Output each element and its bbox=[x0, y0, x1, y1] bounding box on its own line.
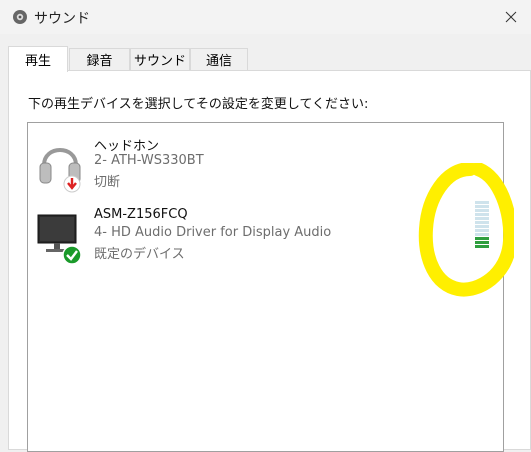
default-check-icon bbox=[62, 245, 82, 265]
tab-recording[interactable]: 録音 bbox=[69, 48, 130, 70]
monitor-icon bbox=[37, 214, 82, 265]
close-icon bbox=[505, 11, 517, 23]
instruction-text: 下の再生デバイスを選択してその設定を変更してください: bbox=[28, 97, 369, 112]
meter-segment bbox=[475, 213, 489, 216]
meter-segment bbox=[475, 229, 489, 232]
meter-segment bbox=[475, 237, 489, 240]
tab-playback[interactable]: 再生 bbox=[8, 46, 68, 72]
meter-segment bbox=[475, 217, 489, 220]
volume-level-meter bbox=[475, 201, 489, 249]
meter-segment bbox=[475, 209, 489, 212]
meter-segment bbox=[475, 221, 489, 224]
playback-device-list[interactable]: ヘッドホン 2- ATH-WS330BT 切断 ASM-Z156FCQ 4- H… bbox=[27, 122, 504, 452]
close-button[interactable] bbox=[491, 0, 531, 34]
meter-segment bbox=[475, 241, 489, 244]
meter-segment bbox=[475, 205, 489, 208]
device-name: ヘッドホン bbox=[94, 139, 160, 154]
device-description: 2- ATH-WS330BT bbox=[94, 153, 204, 168]
meter-segment bbox=[475, 245, 489, 248]
meter-segment bbox=[475, 201, 489, 204]
device-item-monitor[interactable]: ASM-Z156FCQ 4- HD Audio Driver for Displ… bbox=[28, 205, 498, 265]
device-status: 切断 bbox=[94, 175, 121, 190]
device-description: 4- HD Audio Driver for Display Audio bbox=[94, 225, 332, 240]
device-name: ASM-Z156FCQ bbox=[94, 207, 188, 222]
meter-segment bbox=[475, 233, 489, 236]
device-item-headphones[interactable]: ヘッドホン 2- ATH-WS330BT 切断 bbox=[28, 133, 498, 193]
speaker-icon bbox=[13, 10, 27, 24]
window-title: サウンド bbox=[34, 11, 90, 27]
meter-segment bbox=[475, 225, 489, 228]
tab-communications[interactable]: 通信 bbox=[190, 48, 248, 70]
title-bar: サウンド bbox=[0, 0, 531, 34]
tab-sounds[interactable]: サウンド bbox=[130, 48, 190, 70]
device-status: 既定のデバイス bbox=[94, 247, 185, 262]
headphones-icon bbox=[39, 148, 81, 193]
disconnected-arrow-icon bbox=[63, 175, 81, 193]
